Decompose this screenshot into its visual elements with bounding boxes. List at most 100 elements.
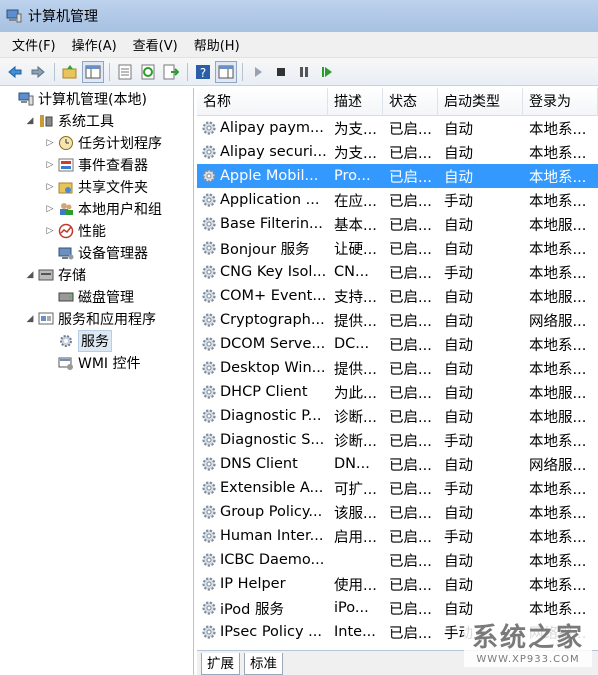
tree-item-label: WMI 控件 <box>78 356 141 372</box>
service-name-cell: Application ... <box>197 192 328 208</box>
service-start-cell: 自动 <box>444 337 473 354</box>
column-header-startup-type[interactable]: 启动类型 <box>438 88 523 116</box>
up-folder-icon[interactable] <box>59 61 81 83</box>
service-name-cell: Bonjour 服务 <box>197 238 328 259</box>
menu-view[interactable]: 查看(V) <box>125 33 186 56</box>
service-desc-cell: 在应... <box>334 193 377 210</box>
restart-icon[interactable] <box>316 61 338 83</box>
service-name-cell: Alipay paym... <box>197 120 328 136</box>
service-row[interactable]: Diagnostic S... 诊断... 已启... 手动 本地系... <box>197 428 598 452</box>
tree-item[interactable]: WMI 控件 <box>0 352 193 374</box>
menu-action[interactable]: 操作(A) <box>64 33 125 56</box>
service-row[interactable]: Application ... 在应... 已启... 手动 本地系... <box>197 188 598 212</box>
column-header-name[interactable]: 名称 <box>197 88 328 116</box>
tree-item[interactable]: 磁盘管理 <box>0 286 193 308</box>
service-status-cell: 已启... <box>389 433 432 450</box>
service-name: Cryptograph... <box>220 312 325 328</box>
tree-item[interactable]: ▷ 性能 <box>0 220 193 242</box>
tree-item[interactable]: ▷ 事件查看器 <box>0 154 193 176</box>
services-rows: Alipay paym... 为支... 已启... 自动 本地系... Alipay s… <box>197 116 598 644</box>
service-row[interactable]: Base Filterin... 基本... 已启... 自动 本地服... <box>197 212 598 236</box>
shared-folders-icon <box>58 179 75 196</box>
tree-item[interactable]: ▷ 任务计划程序 <box>0 132 193 154</box>
service-gear-icon <box>201 456 217 472</box>
service-row[interactable]: Human Inter... 启用... 已启... 手动 本地系... <box>197 524 598 548</box>
play-icon[interactable] <box>247 61 269 83</box>
show-hide-tree-icon[interactable] <box>82 60 104 83</box>
toolbar-separator <box>187 62 188 81</box>
expand-arrow-icon[interactable]: ◢ <box>24 116 36 126</box>
refresh-icon[interactable] <box>137 61 159 83</box>
expand-arrow-icon[interactable]: ◢ <box>24 270 36 280</box>
service-row[interactable]: Extensible A... 可扩... 已启... 手动 本地系... <box>197 476 598 500</box>
service-gear-icon <box>201 576 217 592</box>
stop-icon[interactable] <box>270 61 292 83</box>
service-status-cell: 已启... <box>389 625 432 642</box>
service-start-cell: 自动 <box>444 313 473 330</box>
service-name: Apple Mobil... <box>220 168 319 184</box>
column-header-description[interactable]: 描述 <box>328 88 383 116</box>
window-title: 计算机管理 <box>28 9 98 25</box>
tab-standard[interactable]: 标准 <box>244 653 283 675</box>
service-desc-cell: 诊断... <box>334 433 377 450</box>
export-list-icon[interactable] <box>160 61 182 83</box>
tree-item[interactable]: 设备管理器 <box>0 242 193 264</box>
service-name-cell: IPsec Policy ... <box>197 624 328 640</box>
expand-arrow-icon[interactable]: ▷ <box>44 226 56 236</box>
tree-item-label: 事件查看器 <box>78 158 148 174</box>
service-gear-icon <box>201 432 217 448</box>
service-row[interactable]: ICBC Daemo... 已启... 自动 本地系... <box>197 548 598 572</box>
expand-arrow-icon[interactable]: ▷ <box>44 138 56 148</box>
service-row[interactable]: DHCP Client 为此... 已启... 自动 本地服... <box>197 380 598 404</box>
tree-item[interactable]: ◢ 系统工具 <box>0 110 193 132</box>
service-status-cell: 已启... <box>389 265 432 282</box>
action-pane-icon[interactable] <box>215 60 237 83</box>
service-start-cell: 手动 <box>444 265 473 282</box>
tab-extended[interactable]: 扩展 <box>201 653 240 675</box>
service-row[interactable]: Desktop Win... 提供... 已启... 自动 本地系... <box>197 356 598 380</box>
properties-icon[interactable] <box>114 61 136 83</box>
service-row[interactable]: Cryptograph... 提供... 已启... 自动 网络服... <box>197 308 598 332</box>
service-row[interactable]: COM+ Event... 支持... 已启... 自动 本地服... <box>197 284 598 308</box>
tree-item[interactable]: 服务 <box>0 330 193 352</box>
expand-arrow-icon[interactable]: ▷ <box>44 160 56 170</box>
service-logon-cell: 本地系... <box>529 577 587 594</box>
expand-arrow-icon[interactable]: ◢ <box>24 314 36 324</box>
service-row[interactable]: Alipay securi... 为支... 已启... 自动 本地系... <box>197 140 598 164</box>
menu-file[interactable]: 文件(F) <box>4 33 64 56</box>
expand-arrow-icon[interactable]: ▷ <box>44 204 56 214</box>
expand-arrow-icon[interactable]: ▷ <box>44 182 56 192</box>
service-status-cell: 已启... <box>389 169 432 186</box>
disk-management-icon <box>58 289 75 306</box>
service-name: IPsec Policy ... <box>220 624 322 640</box>
service-row[interactable]: Diagnostic P... 诊断... 已启... 自动 本地服... <box>197 404 598 428</box>
service-row[interactable]: DNS Client DN... 已启... 自动 网络服... <box>197 452 598 476</box>
tree-item[interactable]: ▷ 本地用户和组 <box>0 198 193 220</box>
service-row[interactable]: Group Policy... 该服... 已启... 自动 本地系... <box>197 500 598 524</box>
help-icon[interactable]: ? <box>192 61 214 83</box>
column-header-status[interactable]: 状态 <box>383 88 438 116</box>
service-gear-icon <box>201 384 217 400</box>
tree-item[interactable]: ◢ 存储 <box>0 264 193 286</box>
service-row[interactable]: CNG Key Isol... CN... 已启... 手动 本地系... <box>197 260 598 284</box>
back-arrow-icon[interactable] <box>4 61 26 83</box>
service-row[interactable]: Apple Mobil... Pro... 已启... 自动 本地系... <box>197 164 598 188</box>
service-desc-cell: iPo... <box>334 600 369 616</box>
service-desc-cell: CN... <box>334 264 369 280</box>
tree-item[interactable]: ◢ 服务和应用程序 <box>0 308 193 330</box>
pause-icon[interactable] <box>293 61 315 83</box>
forward-arrow-icon[interactable] <box>27 61 49 83</box>
service-name: Bonjour 服务 <box>220 241 310 258</box>
service-name: DCOM Serve... <box>220 336 326 352</box>
column-header-log-on-as[interactable]: 登录为 <box>523 88 598 116</box>
tree-item[interactable]: ▷ 共享文件夹 <box>0 176 193 198</box>
service-row[interactable]: Bonjour 服务 让硬... 已启... 自动 本地系... <box>197 236 598 260</box>
tree-item-label: 任务计划程序 <box>78 136 162 152</box>
computer-management-icon <box>6 9 22 23</box>
service-row[interactable]: Alipay paym... 为支... 已启... 自动 本地系... <box>197 116 598 140</box>
menu-help[interactable]: 帮助(H) <box>186 33 248 56</box>
service-name: DHCP Client <box>220 384 308 400</box>
tree-item[interactable]: 计算机管理(本地) <box>0 88 193 110</box>
service-row[interactable]: IP Helper 使用... 已启... 自动 本地系... <box>197 572 598 596</box>
service-row[interactable]: DCOM Serve... DC... 已启... 自动 本地系... <box>197 332 598 356</box>
